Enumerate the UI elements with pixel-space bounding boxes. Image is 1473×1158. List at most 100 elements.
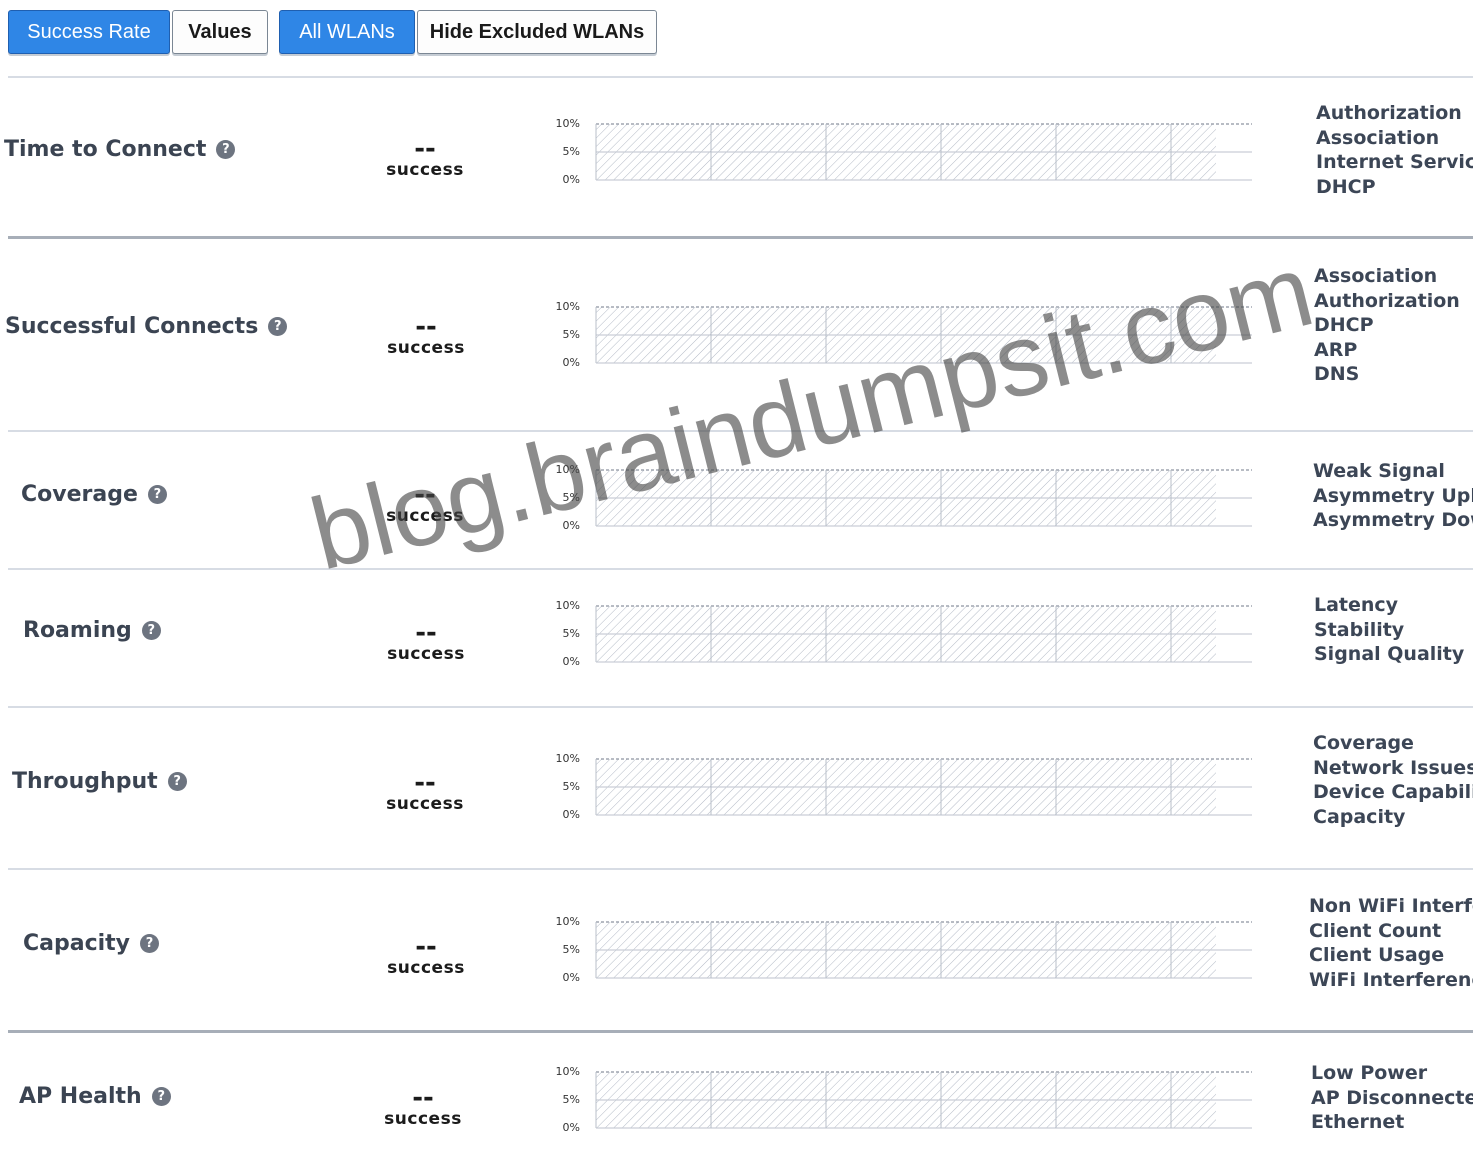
section-divider (8, 430, 1473, 432)
metric-value-unit: success (386, 794, 464, 814)
classifier-item[interactable]: Asymmetry Downlink (1313, 508, 1473, 533)
help-icon[interactable]: ? (216, 140, 236, 159)
classifier-item[interactable]: Low Power (1311, 1061, 1473, 1086)
metric-value-unit: success (384, 1109, 462, 1129)
help-icon[interactable]: ? (151, 1087, 171, 1106)
success-rate-chart[interactable]: 10% 5% 0% (548, 599, 1258, 670)
metric-value-unit: success (387, 644, 465, 664)
classifier-item[interactable]: Network Issues (1313, 756, 1473, 781)
hide-excluded-wlans-button[interactable]: Hide Excluded WLANs (417, 10, 657, 54)
metric-value: -- success (366, 618, 486, 664)
help-icon[interactable]: ? (268, 317, 288, 336)
success-rate-chart[interactable]: 10% 5% 0% (548, 117, 1258, 188)
metric-value-unit: success (387, 338, 465, 358)
y-tick-label: 0% (562, 173, 580, 186)
classifier-item[interactable]: Ethernet (1311, 1110, 1473, 1135)
section-divider (8, 1030, 1473, 1033)
help-icon[interactable]: ? (140, 934, 160, 953)
success-rate-chart[interactable]: 10% 5% 0% (548, 1065, 1258, 1136)
classifier-item[interactable]: Non WiFi Interference (1309, 894, 1473, 919)
classifier-item[interactable]: Stability (1314, 618, 1473, 643)
y-tick-label: 0% (562, 519, 580, 532)
metric-value: -- success (363, 1083, 483, 1129)
metric-value-unit: success (386, 506, 464, 526)
chart-plot (595, 758, 1252, 816)
metric-label: AP Health? (19, 1084, 171, 1109)
classifier-item[interactable]: Weak Signal (1313, 459, 1473, 484)
section-divider (8, 568, 1473, 570)
metric-label: Roaming? (23, 618, 161, 643)
classifier-item[interactable]: Device Capability (1313, 780, 1473, 805)
section-divider (8, 236, 1473, 239)
classifier-list: AuthorizationAssociationInternet Service… (1316, 101, 1473, 199)
classifier-item[interactable]: Authorization (1314, 289, 1473, 314)
metric-value-number: -- (412, 1083, 434, 1113)
metric-name: Throughput (12, 769, 158, 794)
y-tick-label: 0% (562, 808, 580, 821)
metric-value-number: -- (414, 134, 436, 164)
y-tick-label: 5% (562, 328, 580, 341)
section-divider (8, 76, 1473, 78)
y-tick-label: 5% (562, 627, 580, 640)
metric-label: Time to Connect? (4, 137, 236, 162)
y-tick-label: 10% (555, 117, 580, 130)
classifier-list: CoverageNetwork IssuesDevice CapabilityC… (1313, 731, 1473, 829)
success-rate-chart[interactable]: 10% 5% 0% (548, 915, 1258, 986)
y-tick-label: 5% (562, 1093, 580, 1106)
metric-value-number: -- (414, 480, 436, 510)
success-rate-chart[interactable]: 10% 5% 0% (548, 463, 1258, 534)
metric-name: AP Health (19, 1084, 142, 1109)
classifier-item[interactable]: Capacity (1313, 805, 1473, 830)
classifier-item[interactable]: AP Disconnected (1311, 1086, 1473, 1111)
metric-value-unit: success (387, 958, 465, 978)
classifier-item[interactable]: WiFi Interference (1309, 968, 1473, 993)
classifier-item[interactable]: Signal Quality (1314, 642, 1473, 667)
section-divider (8, 868, 1473, 870)
help-icon[interactable]: ? (167, 772, 187, 791)
y-tick-label: 10% (555, 599, 580, 612)
classifier-item[interactable]: Client Count (1309, 919, 1473, 944)
y-tick-label: 10% (555, 915, 580, 928)
metric-name: Coverage (21, 482, 138, 507)
section-divider (8, 706, 1473, 708)
classifier-item[interactable]: Internet Services (1316, 150, 1473, 175)
classifier-list: Non WiFi InterferenceClient CountClient … (1309, 894, 1473, 992)
classifier-item[interactable]: Coverage (1313, 731, 1473, 756)
classifier-item[interactable]: Association (1314, 264, 1473, 289)
metric-value: -- success (366, 934, 486, 978)
metric-value-unit: success (386, 160, 464, 180)
metric-value-number: -- (415, 618, 437, 648)
success-rate-button[interactable]: Success Rate (8, 10, 170, 54)
help-icon[interactable]: ? (147, 485, 167, 504)
classifier-item[interactable]: DHCP (1316, 175, 1473, 200)
success-rate-chart[interactable]: 10% 5% 0% (548, 300, 1258, 371)
all-wlans-button[interactable]: All WLANs (279, 10, 415, 54)
y-tick-label: 10% (555, 752, 580, 765)
classifier-item[interactable]: ARP (1314, 338, 1473, 363)
classifier-list: Low Power AP Disconnected Ethernet (1311, 1061, 1473, 1135)
classifier-item[interactable]: Client Usage (1309, 943, 1473, 968)
success-rate-chart[interactable]: 10% 5% 0% (548, 752, 1258, 823)
classifier-list: Association Authorization DHCP ARP DNS (1314, 264, 1473, 387)
classifier-item[interactable]: Asymmetry Uplink (1313, 484, 1473, 509)
metric-value-number: -- (415, 312, 437, 342)
metric-value: -- success (365, 134, 485, 180)
help-icon[interactable]: ? (141, 621, 161, 640)
metric-name: Successful Connects (5, 314, 259, 339)
classifier-item[interactable]: DNS (1314, 362, 1473, 387)
y-tick-label: 0% (562, 1121, 580, 1134)
classifier-item[interactable]: DHCP (1314, 313, 1473, 338)
y-tick-label: 5% (562, 780, 580, 793)
y-tick-label: 0% (562, 356, 580, 369)
metric-value: -- success (365, 768, 485, 814)
classifier-item[interactable]: Latency (1314, 593, 1473, 618)
y-tick-label: 5% (562, 491, 580, 504)
y-tick-label: 5% (562, 943, 580, 956)
classifier-item[interactable]: Authorization (1316, 101, 1473, 126)
y-tick-label: 10% (555, 300, 580, 313)
values-button[interactable]: Values (172, 10, 268, 54)
y-tick-label: 5% (562, 145, 580, 158)
metric-value-number: -- (414, 768, 436, 798)
classifier-item[interactable]: Association (1316, 126, 1473, 151)
metric-label: Successful Connects? (5, 314, 288, 339)
